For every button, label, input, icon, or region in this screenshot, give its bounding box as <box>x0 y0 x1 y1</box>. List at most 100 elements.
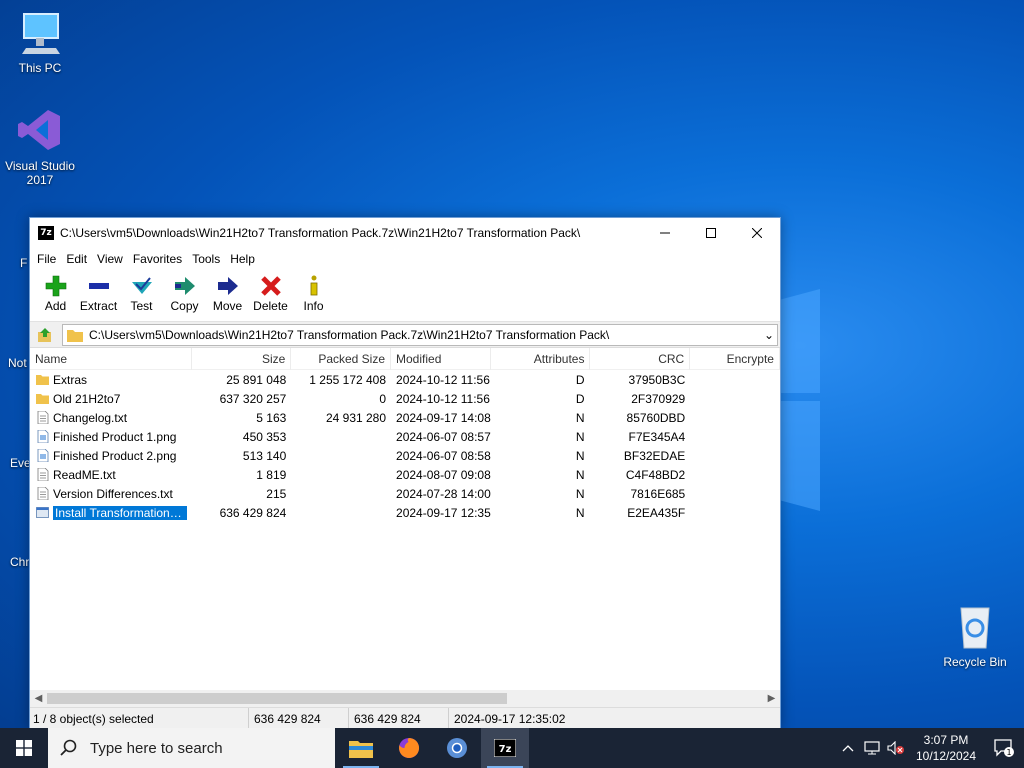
menu-tools[interactable]: Tools <box>187 252 225 266</box>
desktop-icon-visual-studio[interactable]: Visual Studio 2017 <box>0 106 80 187</box>
column-header-attributes[interactable]: Attributes <box>491 348 591 370</box>
window-title: C:\Users\vm5\Downloads\Win21H2to7 Transf… <box>60 226 581 240</box>
file-row[interactable]: ReadME.txt 1 819 2024-08-07 09:08 N C4F48BD2 <box>30 465 780 484</box>
desktop-icon-label: This PC <box>18 61 62 75</box>
file-crc: BF32EDAE <box>623 448 686 463</box>
file-name: Extras <box>53 372 88 387</box>
menu-edit[interactable]: Edit <box>61 252 92 266</box>
menu-file[interactable]: File <box>32 252 61 266</box>
menu-bar: File Edit View Favorites Tools Help <box>30 248 780 270</box>
tray-volume[interactable] <box>884 741 908 755</box>
folder-icon <box>67 329 83 342</box>
file-crc: F7E345A4 <box>628 429 686 444</box>
extract-button[interactable]: Extract <box>77 270 120 321</box>
file-row[interactable]: Version Differences.txt 215 2024-07-28 14:… <box>30 484 780 503</box>
add-label: Add <box>44 299 67 313</box>
scroll-left-icon[interactable]: ◀ <box>30 693 47 704</box>
scroll-right-icon[interactable]: ▶ <box>763 693 780 704</box>
menu-help[interactable]: Help <box>225 252 260 266</box>
file-row[interactable]: Install Transformation P... 636 429 824 20… <box>30 503 780 522</box>
windows-start-icon <box>16 740 32 756</box>
horizontal-scrollbar[interactable]: ◀ ▶ <box>30 690 780 707</box>
file-row[interactable]: Extras 25 891 048 1 255 172 408 2024-10-12 … <box>30 370 780 389</box>
file-crc: E2EA435F <box>627 505 686 520</box>
test-label: Test <box>130 299 153 313</box>
file-packed-size: 1 255 172 408 <box>309 372 387 387</box>
info-button[interactable]: Info <box>292 270 335 321</box>
desktop-icon-recycle-bin[interactable]: Recycle Bin <box>935 602 1015 669</box>
desktop-partial-label: F <box>20 256 28 270</box>
file-modified: 2024-08-07 09:08 <box>396 467 491 482</box>
desktop-icon-label: Recycle Bin <box>943 655 1007 669</box>
start-button[interactable] <box>0 728 48 768</box>
folder-icon <box>36 375 49 385</box>
minus-icon <box>88 283 109 289</box>
status-size: 636 429 824 <box>249 708 349 729</box>
test-button[interactable]: Test <box>120 270 163 321</box>
file-row[interactable]: Changelog.txt 5 163 24 931 280 2024-09-17 1… <box>30 408 780 427</box>
file-modified: 2024-10-12 11:56 <box>396 372 490 387</box>
file-size: 25 891 048 <box>226 372 287 387</box>
column-header-crc[interactable]: CRC <box>590 348 691 370</box>
move-label: Move <box>212 299 243 313</box>
maximize-icon <box>706 228 716 238</box>
file-attributes: D <box>575 391 585 406</box>
file-size: 1 819 <box>256 467 287 482</box>
info-label: Info <box>303 299 324 313</box>
text-file-icon <box>37 468 49 481</box>
chevron-down-icon[interactable]: ⌄ <box>761 328 777 342</box>
move-button[interactable]: Move <box>206 270 249 321</box>
scroll-track[interactable] <box>47 692 763 705</box>
address-input[interactable]: C:\Users\vm5\Downloads\Win21H2to7 Transf… <box>62 323 778 346</box>
tray-clock[interactable]: 3:07 PM 10/12/2024 <box>908 732 984 764</box>
search-placeholder: Type here to search <box>90 739 223 757</box>
taskbar: Type here to search 7z 3:07 PM 10/12/202… <box>0 728 1024 768</box>
menu-favorites[interactable]: Favorites <box>128 252 187 266</box>
plus-icon <box>45 275 66 297</box>
file-row[interactable]: Finished Product 2.png 513 140 2024-06-07 … <box>30 446 780 465</box>
add-button[interactable]: Add <box>34 270 77 321</box>
menu-view[interactable]: View <box>92 252 128 266</box>
delete-button[interactable]: Delete <box>249 270 292 321</box>
tray-overflow-button[interactable] <box>836 744 860 752</box>
file-name: Version Differences.txt <box>53 486 173 501</box>
image-file-icon <box>37 449 49 462</box>
column-header-size[interactable]: Size <box>192 348 292 370</box>
notification-center-button[interactable]: 1 <box>984 738 1024 758</box>
up-folder-button[interactable] <box>32 324 58 346</box>
close-button[interactable] <box>734 218 780 248</box>
title-bar[interactable]: 7z C:\Users\vm5\Downloads\Win21H2to7 Tra… <box>30 218 780 248</box>
file-row[interactable]: Old 21H2to7 637 320 257 0 2024-10-12 11:56 D… <box>30 389 780 408</box>
file-row[interactable]: Finished Product 1.png 450 353 2024-06-07 … <box>30 427 780 446</box>
column-header-name[interactable]: Name <box>30 348 192 370</box>
file-size: 5 163 <box>256 410 287 425</box>
text-file-icon <box>37 487 49 500</box>
scroll-thumb[interactable] <box>47 693 507 704</box>
file-modified: 2024-07-28 14:00 <box>396 486 491 501</box>
taskbar-firefox[interactable] <box>385 728 433 768</box>
file-explorer-icon <box>349 741 373 758</box>
7zip-window: 7z C:\Users\vm5\Downloads\Win21H2to7 Tra… <box>29 217 781 729</box>
taskbar-search-box[interactable]: Type here to search <box>48 728 335 768</box>
column-header-modified[interactable]: Modified <box>391 348 491 370</box>
column-header-encrypted[interactable]: Encrypte <box>690 348 780 370</box>
taskbar-chrome[interactable] <box>433 728 481 768</box>
double-arrow-icon <box>174 277 195 295</box>
tray-network[interactable] <box>860 741 884 755</box>
taskbar-file-explorer[interactable] <box>337 728 385 768</box>
extract-label: Extract <box>79 299 118 313</box>
minimize-button[interactable] <box>642 218 688 248</box>
taskbar-7zip[interactable]: 7z <box>481 728 529 768</box>
delete-label: Delete <box>253 299 288 313</box>
toolbar: Add Extract Test Copy Move Delete Info <box>30 270 780 322</box>
status-selection: 1 / 8 object(s) selected <box>30 708 249 729</box>
network-icon <box>864 741 880 755</box>
text-file-icon <box>37 411 49 424</box>
file-attributes: N <box>575 429 585 444</box>
desktop-icon-this-pc[interactable]: This PC <box>0 8 80 75</box>
copy-button[interactable]: Copy <box>163 270 206 321</box>
recycle-bin-icon <box>960 607 990 649</box>
maximize-button[interactable] <box>688 218 734 248</box>
clock-date: 10/12/2024 <box>915 749 977 763</box>
column-header-packed-size[interactable]: Packed Size <box>291 348 392 370</box>
